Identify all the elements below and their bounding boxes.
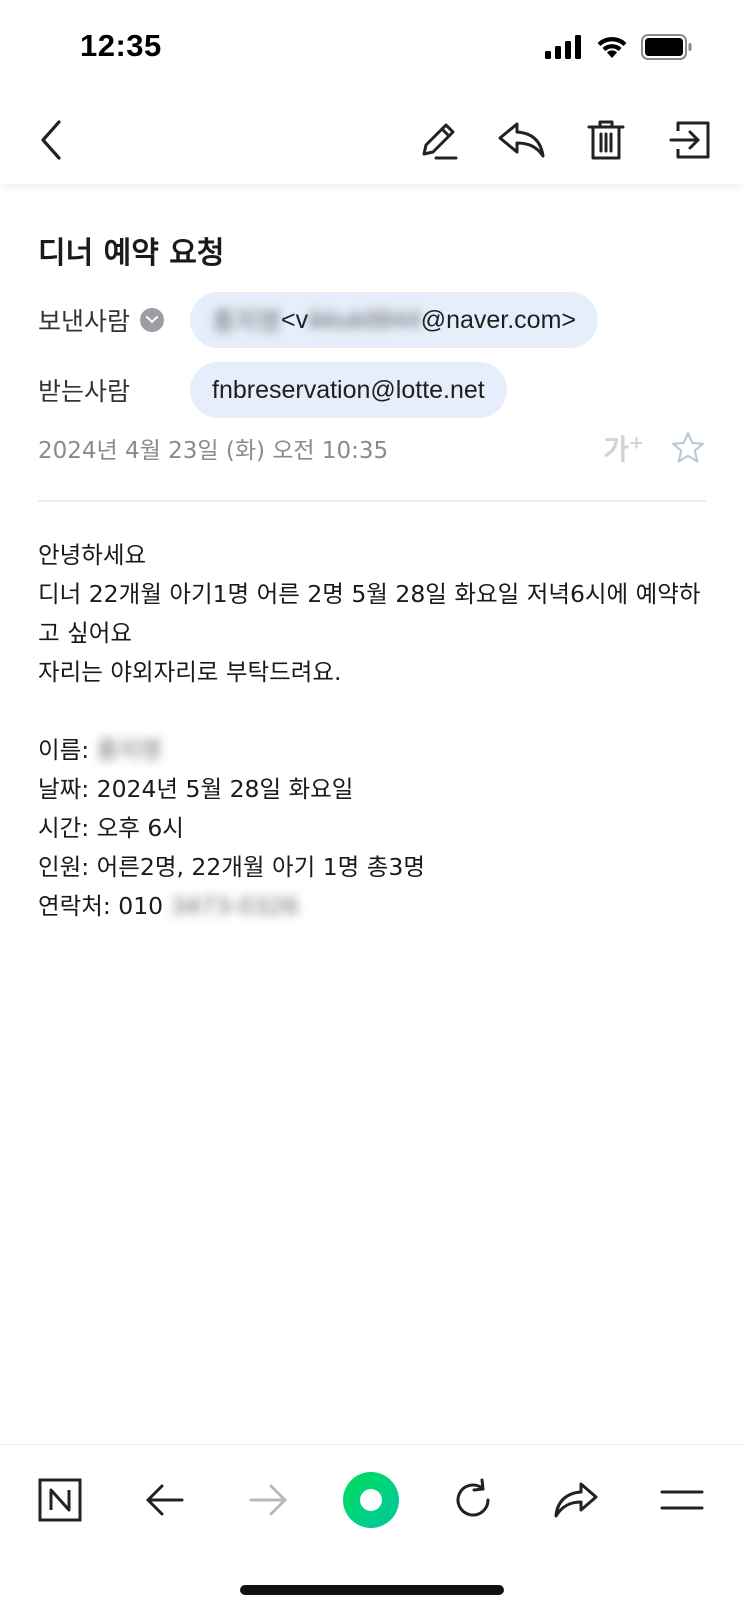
recipient-chip[interactable]: fnbreservation@lotte.net	[190, 362, 507, 418]
body-line-time: 시간: 오후 6시	[38, 814, 184, 842]
delete-button[interactable]	[578, 112, 634, 168]
browser-back-button[interactable]	[130, 1467, 200, 1533]
green-dot-icon	[343, 1472, 399, 1528]
status-icons	[545, 34, 693, 60]
move-to-folder-icon	[669, 121, 710, 159]
refresh-button[interactable]	[438, 1467, 508, 1533]
battery-icon	[641, 34, 692, 60]
sender-email-redacted: ikkuk8844	[308, 305, 421, 334]
body-line: 고 싶어요	[38, 619, 132, 647]
sender-chip[interactable]: 홍지영 <v ikkuk8844 @naver.com>	[190, 292, 599, 348]
reply-icon	[498, 122, 545, 158]
naver-green-dot-button[interactable]	[336, 1467, 406, 1533]
sender-email-suffix: @naver.com>	[420, 305, 577, 334]
body-line	[38, 692, 706, 731]
naver-home-button[interactable]	[25, 1467, 95, 1533]
mail-date: 2024년 4월 23일 (화) 오전 10:35	[38, 438, 389, 464]
header-divider	[38, 500, 706, 502]
move-button[interactable]	[662, 112, 718, 168]
naver-n-icon	[38, 1478, 82, 1522]
sender-name-redacted: 홍지영	[212, 308, 282, 336]
star-icon	[672, 432, 704, 463]
edit-button[interactable]	[410, 112, 466, 168]
body-line: 디너 22개월 아기1명 어른 2명 5월 28일 화요일 저녁6시에 예약하	[38, 580, 701, 608]
reply-button[interactable]	[494, 112, 550, 168]
wifi-icon	[597, 36, 627, 58]
share-arrow-icon	[554, 1482, 598, 1518]
sender-email-prefix: <v	[281, 305, 309, 334]
browser-bottom-bar	[0, 1444, 743, 1608]
sender-label: 보낸사람	[38, 307, 131, 336]
chevron-left-icon	[41, 120, 61, 160]
mail-subject: 디너 예약 요청	[38, 236, 225, 271]
menu-button[interactable]	[647, 1467, 717, 1533]
browser-forward-button[interactable]	[233, 1467, 303, 1533]
trash-icon	[587, 120, 625, 160]
font-size-label: 가	[603, 433, 629, 466]
sender-label-group[interactable]: 보낸사람	[38, 302, 190, 338]
contact-value-redacted: 3473-0326	[170, 892, 299, 920]
back-button[interactable]	[24, 112, 80, 168]
pencil-icon	[422, 123, 458, 160]
refresh-icon	[456, 1478, 490, 1517]
mail-toolbar	[0, 96, 743, 184]
hamburger-menu-icon	[660, 1490, 704, 1510]
date-row: 2024년 4월 23일 (화) 오전 10:35 가+	[38, 428, 706, 468]
star-button[interactable]	[670, 430, 706, 470]
body-line-people: 인원: 어른2명, 22개월 아기 1명 총3명	[38, 853, 425, 881]
name-value-redacted: 홍지영	[96, 736, 162, 764]
sender-row: 보낸사람 홍지영 <v ikkuk8844 @naver.com>	[38, 292, 599, 348]
body-line: 자리는 야외자리로 부탁드려요.	[38, 658, 342, 686]
name-label: 이름:	[38, 736, 97, 764]
share-button[interactable]	[541, 1467, 611, 1533]
contact-label: 연락처: 010	[38, 892, 171, 920]
body-line-contact: 연락처: 010 3473-0326	[38, 887, 706, 926]
body-line-date: 날짜: 2024년 5월 28일 화요일	[38, 775, 354, 803]
font-size-plus: +	[628, 432, 644, 454]
status-time: 12:35	[80, 28, 162, 63]
recipient-row: 받는사람 fnbreservation@lotte.net	[38, 362, 507, 418]
font-size-button[interactable]: 가+	[603, 428, 644, 468]
sender-expand-icon[interactable]	[140, 308, 165, 332]
status-bar: 12:35	[0, 0, 743, 96]
recipient-label: 받는사람	[38, 377, 131, 406]
body-line: 안녕하세요	[38, 541, 147, 569]
arrow-right-icon	[249, 1484, 287, 1516]
arrow-left-icon	[146, 1484, 184, 1516]
mail-body: 안녕하세요 디너 22개월 아기1명 어른 2명 5월 28일 화요일 저녁6시…	[38, 536, 706, 926]
body-line-name: 이름: 홍지영	[38, 731, 706, 770]
cellular-signal-icon	[545, 35, 581, 59]
home-indicator[interactable]	[240, 1585, 504, 1595]
